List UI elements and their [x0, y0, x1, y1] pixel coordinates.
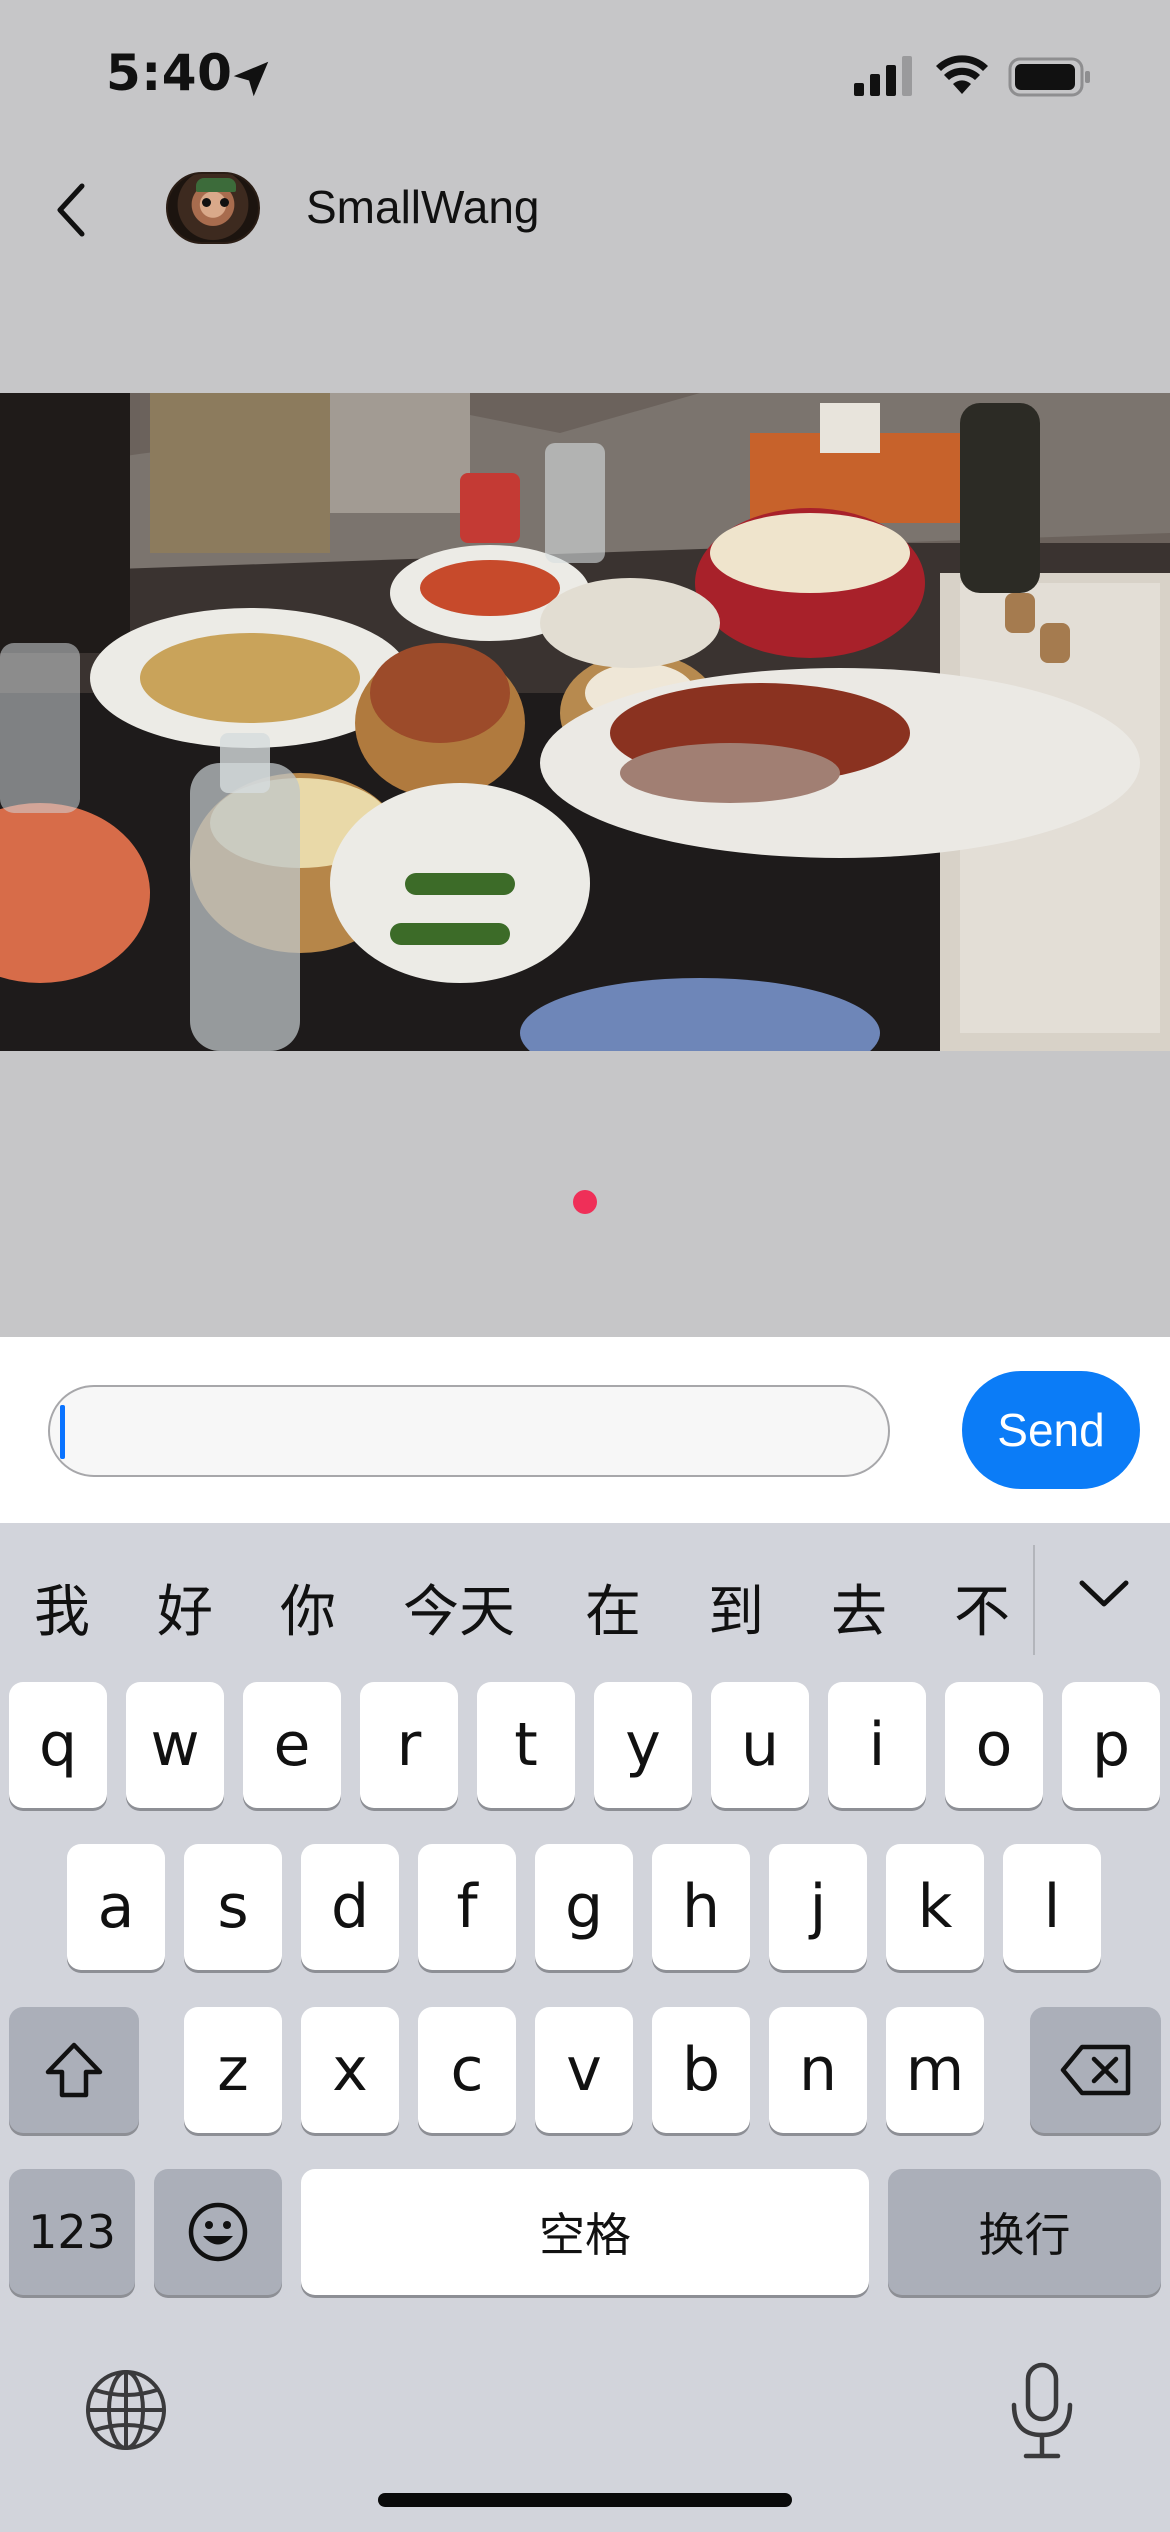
status-bar: 5:40	[0, 0, 1170, 150]
avatar[interactable]	[166, 172, 260, 244]
key-m[interactable]: m	[886, 2007, 984, 2133]
wifi-icon	[936, 55, 988, 94]
expand-candidates-button[interactable]	[1068, 1559, 1140, 1629]
key-x[interactable]: x	[301, 2007, 399, 2133]
key-d[interactable]: d	[301, 1844, 399, 1970]
candidate-word[interactable]: 你	[280, 1567, 336, 1648]
chevron-down-icon	[1079, 1580, 1129, 1607]
cellular-signal-icon	[854, 56, 912, 96]
key-e[interactable]: e	[243, 1682, 341, 1808]
key-v[interactable]: v	[535, 2007, 633, 2133]
shift-key[interactable]	[9, 2007, 139, 2133]
delete-key[interactable]	[1030, 2007, 1161, 2133]
candidate-word[interactable]: 不	[954, 1567, 1010, 1648]
key-c[interactable]: c	[418, 2007, 516, 2133]
key-y[interactable]: y	[594, 1682, 692, 1808]
candidate-word[interactable]: 今天	[403, 1567, 515, 1648]
emoji-icon	[188, 2202, 248, 2262]
candidate-word[interactable]: 去	[831, 1567, 887, 1648]
numbers-key[interactable]: 123	[9, 2169, 135, 2295]
candidate-word[interactable]: 到	[708, 1567, 764, 1648]
emoji-key[interactable]	[154, 2169, 282, 2295]
key-g[interactable]: g	[535, 1844, 633, 1970]
key-b[interactable]: b	[652, 2007, 750, 2133]
key-p[interactable]: p	[1062, 1682, 1160, 1808]
key-l[interactable]: l	[1003, 1844, 1101, 1970]
key-z[interactable]: z	[184, 2007, 282, 2133]
key-n[interactable]: n	[769, 2007, 867, 2133]
contact-name[interactable]: SmallWang	[306, 180, 539, 234]
location-arrow-icon	[233, 61, 269, 97]
home-indicator[interactable]	[378, 2493, 792, 2507]
send-button[interactable]: Send	[962, 1371, 1140, 1489]
candidate-bar: 我 好 你 今天 在 到 去 不	[0, 1523, 1170, 1683]
shift-icon	[45, 2042, 103, 2098]
page-indicator-dot	[573, 1190, 597, 1214]
avatar-hat	[196, 178, 236, 192]
candidate-word[interactable]: 在	[585, 1567, 641, 1648]
globe-icon[interactable]	[82, 2366, 170, 2454]
text-caret	[60, 1405, 65, 1459]
chat-header: SmallWang	[0, 150, 1170, 270]
candidate-divider	[1033, 1545, 1035, 1655]
microphone-icon[interactable]	[1004, 2361, 1080, 2461]
key-f[interactable]: f	[418, 1844, 516, 1970]
back-button[interactable]	[40, 170, 100, 250]
message-composer: Send	[0, 1337, 1170, 1523]
key-h[interactable]: h	[652, 1844, 750, 1970]
key-j[interactable]: j	[769, 1844, 867, 1970]
key-i[interactable]: i	[828, 1682, 926, 1808]
chevron-left-icon	[57, 183, 85, 237]
candidate-word[interactable]: 我	[34, 1567, 90, 1648]
battery-icon	[1008, 57, 1090, 97]
key-s[interactable]: s	[184, 1844, 282, 1970]
avatar-eye	[202, 198, 211, 207]
shared-photo[interactable]	[0, 393, 1170, 1051]
key-o[interactable]: o	[945, 1682, 1043, 1808]
space-key[interactable]: 空格	[301, 2169, 869, 2295]
key-w[interactable]: w	[126, 1682, 224, 1808]
return-key[interactable]: 换行	[888, 2169, 1161, 2295]
key-a[interactable]: a	[67, 1844, 165, 1970]
key-t[interactable]: t	[477, 1682, 575, 1808]
status-time: 5:40	[106, 44, 233, 102]
key-r[interactable]: r	[360, 1682, 458, 1808]
key-u[interactable]: u	[711, 1682, 809, 1808]
keyboard: 我 好 你 今天 在 到 去 不 q w e r t y u i o p a s…	[0, 1523, 1170, 2532]
delete-icon	[1060, 2044, 1130, 2096]
key-k[interactable]: k	[886, 1844, 984, 1970]
avatar-eye	[220, 198, 229, 207]
message-input[interactable]	[48, 1385, 890, 1477]
candidate-word[interactable]: 好	[157, 1567, 213, 1648]
key-q[interactable]: q	[9, 1682, 107, 1808]
food-table-image	[0, 393, 1170, 1051]
